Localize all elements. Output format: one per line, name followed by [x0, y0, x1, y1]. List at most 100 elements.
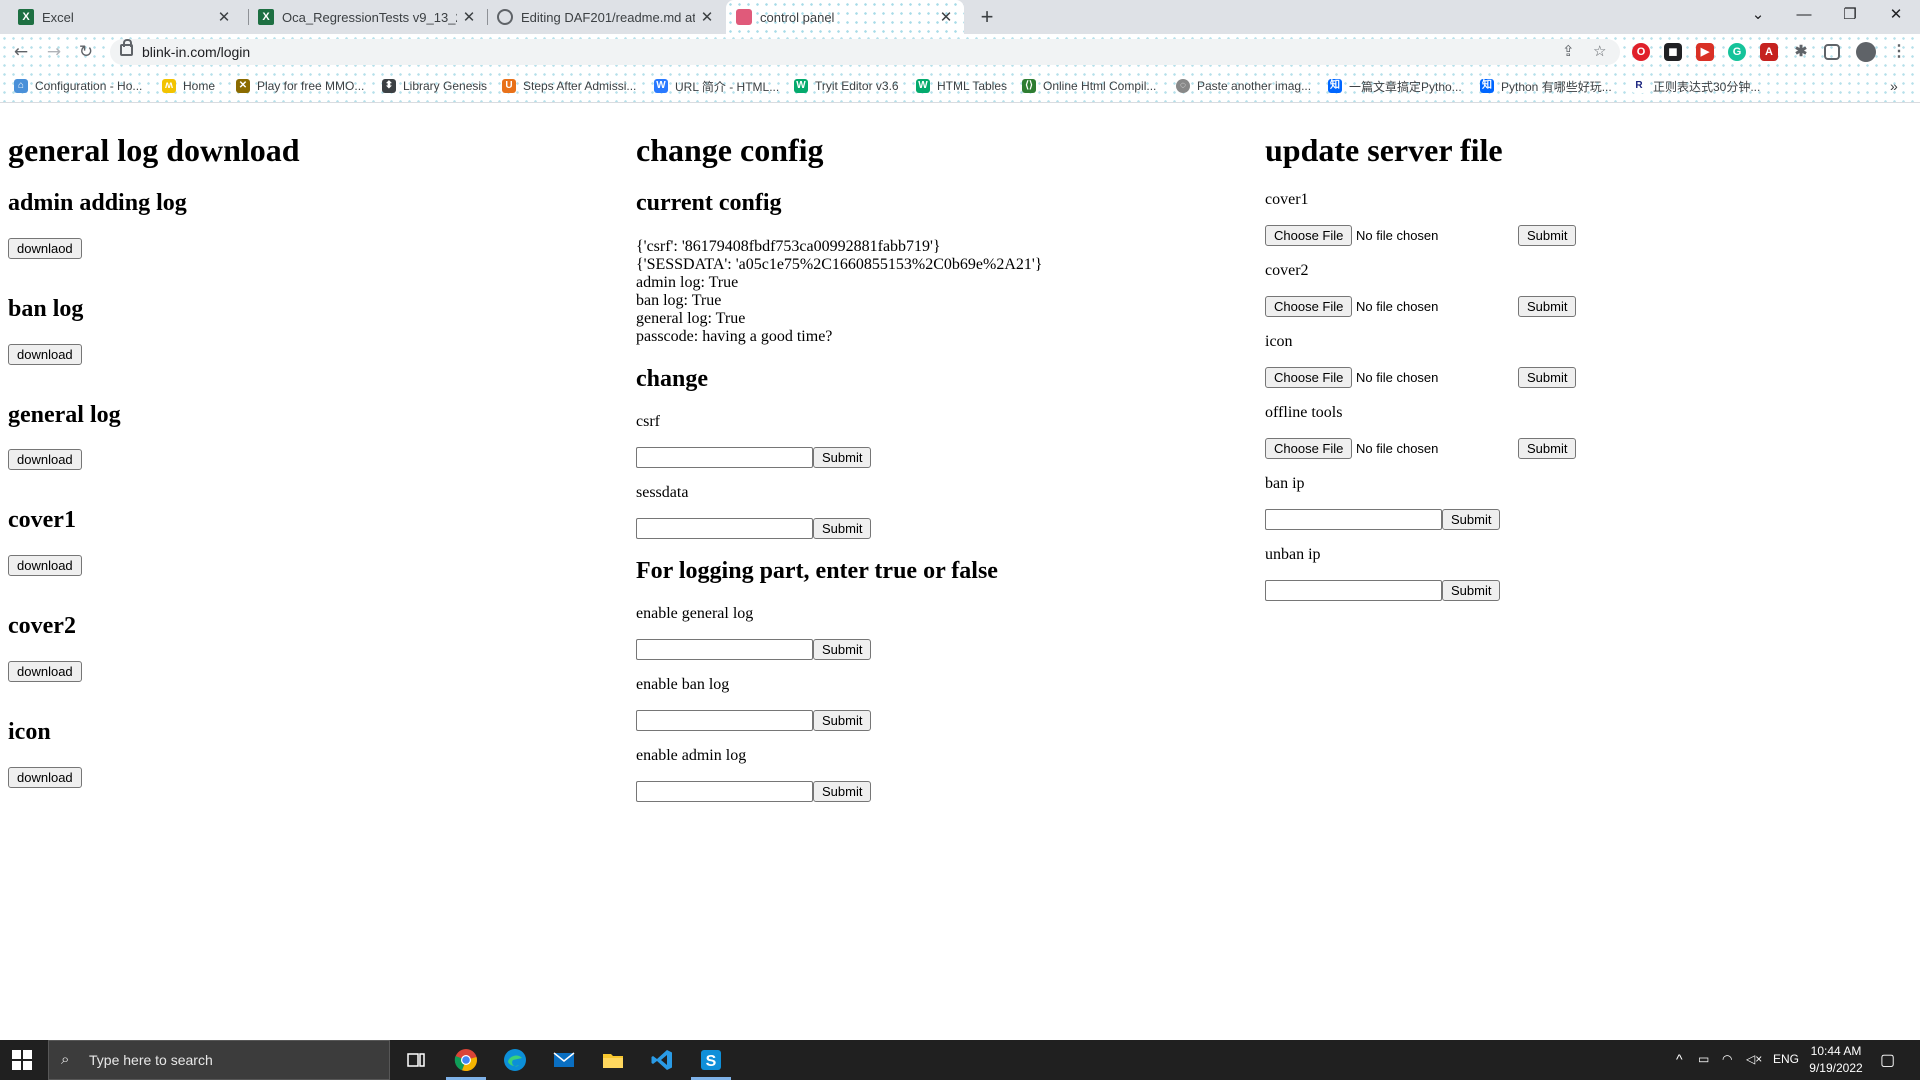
bookmark-item[interactable]: ◌ Paste another imag... — [1176, 76, 1311, 96]
pdf-extension-icon[interactable]: A — [1760, 43, 1778, 61]
extension-icon[interactable]: ◼ — [1664, 43, 1682, 61]
url-text[interactable]: blink-in.com/login — [142, 44, 250, 60]
profile-avatar[interactable] — [1856, 42, 1876, 62]
task-view-icon[interactable] — [404, 1048, 428, 1072]
bookmark-item[interactable]: W Tryit Editor v3.6 — [794, 76, 899, 96]
reload-icon[interactable]: ↻ — [74, 40, 98, 64]
tab-divider — [248, 9, 249, 25]
general-log-download-title: general log download — [8, 132, 300, 168]
csrf-input[interactable] — [636, 447, 813, 468]
unban-ip-input[interactable] — [1265, 580, 1442, 601]
skype-icon[interactable]: S — [699, 1048, 723, 1072]
tab-github-readme[interactable]: Editing DAF201/readme.md at m ✕ — [489, 0, 725, 34]
document-icon: U — [502, 79, 516, 93]
menu-icon[interactable]: ⋮ — [1890, 43, 1908, 61]
download-admin-log-button[interactable]: downlaod — [8, 238, 82, 259]
bookmark-item[interactable]: W HTML Tables — [916, 76, 1007, 96]
opera-extension-icon[interactable]: O — [1632, 43, 1650, 61]
bookmark-item[interactable]: 知一篇文章搞定Pytho... — [1328, 76, 1462, 96]
icon-file-submit-button[interactable]: Submit — [1518, 367, 1577, 388]
battery-icon[interactable]: ▭ — [1698, 1052, 1709, 1066]
enable-ban-log-submit-button[interactable]: Submit — [813, 710, 872, 731]
new-tab-icon[interactable]: + — [975, 6, 999, 30]
window-close-icon[interactable]: ✕ — [1873, 0, 1919, 30]
bookmark-item[interactable]: R 正则表达式30分钟... — [1632, 76, 1760, 96]
sessdata-input[interactable] — [636, 518, 813, 539]
tray-overflow-icon[interactable]: ^ — [1676, 1051, 1683, 1067]
bookmark-item[interactable]: 知 Python 有哪些好玩... — [1480, 76, 1612, 96]
tab-regression-tests[interactable]: X Oca_RegressionTests v9_13_2022 ✕ — [250, 0, 487, 34]
vscode-icon[interactable] — [650, 1048, 674, 1072]
regex-icon: R — [1632, 79, 1646, 93]
cover1-file-submit-button[interactable]: Submit — [1518, 225, 1577, 246]
close-icon[interactable]: ✕ — [934, 8, 958, 26]
tab-excel[interactable]: X Excel ✕ — [0, 0, 242, 34]
bookmark-item[interactable]: ⬍ Library Genesis — [382, 76, 487, 96]
windows-start-icon[interactable] — [12, 1050, 32, 1070]
mail-icon[interactable] — [552, 1048, 576, 1072]
bookmark-item[interactable]: U Steps After Admissi... — [502, 76, 636, 96]
tab-control-panel[interactable]: control panel ✕ — [726, 0, 964, 34]
side-panel-icon[interactable] — [1824, 44, 1840, 60]
notification-icon[interactable]: ▢ — [1880, 1050, 1895, 1070]
admin-adding-log-heading: admin adding log — [8, 190, 187, 216]
unban-ip-submit-button[interactable]: Submit — [1442, 580, 1501, 601]
back-icon[interactable]: ← — [9, 40, 33, 64]
enable-ban-log-input[interactable] — [636, 710, 813, 731]
grammarly-icon[interactable]: G — [1728, 43, 1746, 61]
link-icon: W — [654, 79, 668, 93]
share-icon[interactable]: ⇪ — [1562, 42, 1575, 60]
taskbar-search-box[interactable]: ⌕ Type here to search — [48, 1040, 390, 1080]
puzzle-icon[interactable]: ✱ — [1792, 43, 1810, 61]
close-icon[interactable]: ✕ — [695, 8, 719, 26]
cover2-choose-file-button[interactable]: Choose File — [1265, 296, 1353, 317]
enable-general-log-label: enable general log — [636, 605, 754, 622]
tab-search-icon[interactable]: ⌄ — [1735, 0, 1781, 30]
download-cover1-button[interactable]: download — [8, 555, 82, 576]
ban-ip-input[interactable] — [1265, 509, 1442, 530]
icon-choose-file-button[interactable]: Choose File — [1265, 367, 1353, 388]
restore-icon[interactable]: ❐ — [1827, 0, 1873, 30]
icon-file-status: No file chosen — [1356, 370, 1439, 385]
bookmark-item[interactable]: ⌂ Configuration - Ho... — [14, 76, 142, 96]
file-explorer-icon[interactable] — [601, 1048, 625, 1072]
sessdata-submit-button[interactable]: Submit — [813, 518, 872, 539]
offline-tools-choose-file-button[interactable]: Choose File — [1265, 438, 1353, 459]
bookmark-item[interactable]: ⟨⟩ Online Html Compil... — [1022, 76, 1156, 96]
cover2-file-submit-button[interactable]: Submit — [1518, 296, 1577, 317]
clock-date[interactable]: 9/19/2022 — [1808, 1061, 1864, 1075]
logging-heading: For logging part, enter true or false — [636, 558, 998, 584]
bookmark-item[interactable]: W URL 简介 - HTML... — [654, 76, 779, 96]
bookmark-item[interactable]: ✕ Play for free MMO... — [236, 76, 364, 96]
video-extension-icon[interactable]: ▶ — [1696, 43, 1714, 61]
download-cover2-button[interactable]: download — [8, 661, 82, 682]
edge-icon[interactable] — [503, 1048, 527, 1072]
close-icon[interactable]: ✕ — [212, 8, 236, 26]
bookmark-star-icon[interactable]: ☆ — [1593, 42, 1606, 60]
volume-muted-icon[interactable]: ◁× — [1746, 1052, 1762, 1066]
offline-tools-file-submit-button[interactable]: Submit — [1518, 438, 1577, 459]
close-icon[interactable]: ✕ — [457, 8, 481, 26]
minimize-icon[interactable]: — — [1781, 0, 1827, 30]
forward-icon[interactable]: → — [42, 40, 66, 64]
bookmarks-overflow-icon[interactable]: » — [1890, 76, 1898, 96]
bookmark-item[interactable]: ʍ Home — [162, 76, 215, 96]
csrf-submit-button[interactable]: Submit — [813, 447, 872, 468]
zhihu-icon: 知 — [1480, 79, 1494, 93]
enable-general-log-submit-button[interactable]: Submit — [813, 639, 872, 660]
download-icon-button[interactable]: download — [8, 767, 82, 788]
download-ban-log-button[interactable]: download — [8, 344, 82, 365]
enable-admin-log-submit-button[interactable]: Submit — [813, 781, 872, 802]
language-indicator[interactable]: ENG — [1773, 1052, 1799, 1066]
wifi-icon[interactable]: ◠ — [1722, 1052, 1732, 1066]
address-bar[interactable]: blink-in.com/login ⇪ ☆ — [110, 39, 1620, 65]
ban-ip-submit-button[interactable]: Submit — [1442, 509, 1501, 530]
clock-time[interactable]: 10:44 AM — [1808, 1044, 1864, 1058]
cover1-choose-file-button[interactable]: Choose File — [1265, 225, 1353, 246]
tab-title: Oca_RegressionTests v9_13_2022 — [282, 9, 457, 25]
download-general-log-button[interactable]: download — [8, 449, 82, 470]
enable-general-log-input[interactable] — [636, 639, 813, 660]
enable-admin-log-input[interactable] — [636, 781, 813, 802]
chrome-icon[interactable] — [454, 1048, 478, 1072]
enable-admin-log-label: enable admin log — [636, 747, 747, 764]
